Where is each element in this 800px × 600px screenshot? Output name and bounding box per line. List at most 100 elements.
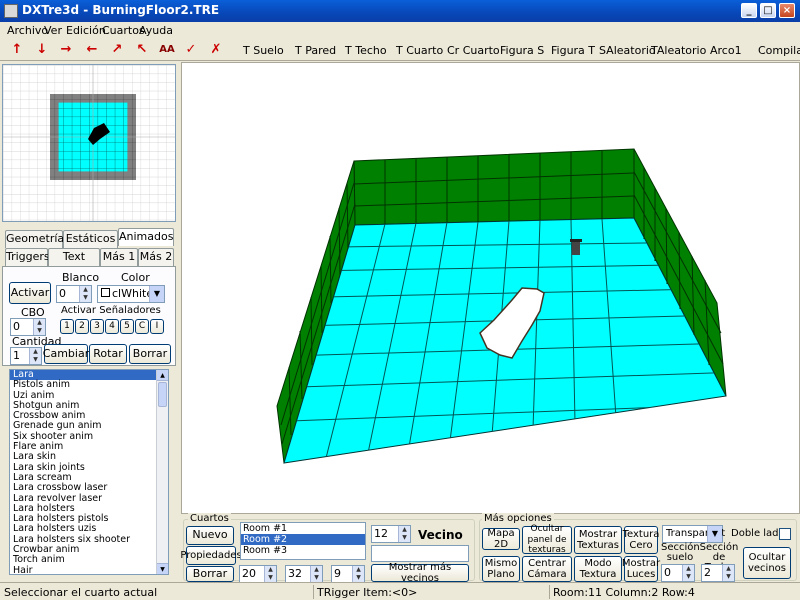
senalador-2-button[interactable]: 2 (75, 319, 89, 334)
nuevo-room-button[interactable]: Nuevo (186, 526, 234, 545)
room-y-spinner[interactable]: 32 ▲ ▼ (285, 565, 323, 583)
spin-arrows-icon[interactable]: ▲ ▼ (33, 319, 45, 335)
arrow-up-left-icon[interactable]: ↖ (133, 42, 151, 58)
t-pared-button[interactable]: T Pared (295, 44, 336, 57)
cantidad-spinner[interactable]: 1 ▲ ▼ (10, 347, 42, 365)
room-z-spinner[interactable]: 9 ▲ ▼ (331, 565, 365, 583)
cuartos-group-label: Cuartos (188, 513, 231, 524)
minimize-button[interactable]: _ (741, 3, 757, 18)
spin-arrows-icon[interactable]: ▲ ▼ (352, 566, 364, 582)
cr-cuarto-button[interactable]: Cr Cuarto (447, 44, 500, 57)
spin-arrows-icon[interactable]: ▲ ▼ (79, 286, 91, 302)
cbo-spinner[interactable]: 0 ▲ ▼ (10, 318, 46, 336)
arrow-up-right-icon[interactable]: ↗ (108, 42, 126, 58)
borrar-room-button[interactable]: Borrar (186, 566, 234, 582)
mapa-2d-button[interactable]: Mapa 2D (482, 528, 520, 550)
spin-arrows-icon[interactable]: ▲ ▼ (398, 526, 410, 542)
mas-opciones-label: Más opciones (482, 513, 554, 524)
list-item[interactable]: Hair (10, 565, 168, 574)
vecino-field[interactable] (371, 545, 469, 562)
senalador-4-button[interactable]: 4 (105, 319, 119, 334)
tab-triggers[interactable]: Triggers (5, 248, 50, 266)
mostrar-texturas-button[interactable]: Mostrar Texturas (574, 526, 622, 554)
status-divider (313, 585, 314, 599)
check-icon[interactable]: ✓ (182, 42, 200, 58)
ocultar-panel-texturas-button[interactable]: Ocultar panel de texturas (522, 524, 572, 555)
t-cuarto-button[interactable]: T Cuarto (396, 44, 443, 57)
t-techo-button[interactable]: T Techo (345, 44, 387, 57)
room-x-spinner[interactable]: 20 ▲ ▼ (239, 565, 277, 583)
seccion-techo-spinner[interactable]: 2 ▲ ▼ (701, 564, 735, 582)
arrow-left-icon[interactable]: ← (83, 42, 101, 58)
propiedades-button[interactable]: Propiedades (180, 546, 242, 565)
arco1-button[interactable]: Arco1 (710, 44, 742, 57)
menu-archivo[interactable]: Archivo (7, 24, 48, 37)
list-item[interactable]: Torch anim (10, 555, 168, 566)
cambiar-button[interactable]: Cambiar (43, 344, 89, 364)
color-combo[interactable]: clWhite ▼ (97, 285, 165, 303)
spin-arrows-icon[interactable]: ▲ ▼ (722, 565, 734, 581)
menu-ver[interactable]: Ver (44, 24, 62, 37)
t-suelo-button[interactable]: T Suelo (243, 44, 284, 57)
centrar-camara-button[interactable]: Centrar Cámara (522, 556, 572, 582)
x-icon[interactable]: ✗ (207, 42, 225, 58)
taleatorio-button[interactable]: TAleatorio (651, 44, 706, 57)
tab-estaticos[interactable]: Estáticos (63, 230, 118, 248)
vecino-spinner[interactable]: 12 ▲ ▼ (371, 525, 411, 543)
cbo-value: 0 (13, 320, 20, 333)
arrow-down-icon[interactable]: ↓ (33, 42, 51, 58)
spin-arrows-icon[interactable]: ▲ ▼ (264, 566, 276, 582)
senalador-3-button[interactable]: 3 (90, 319, 104, 334)
spin-arrows-icon[interactable]: ▲ ▼ (682, 565, 694, 581)
ocultar-vecinos-button[interactable]: Ocultar vecinos (743, 547, 791, 579)
double-a-icon[interactable]: AA (156, 42, 178, 58)
chevron-down-icon[interactable]: ▼ (707, 526, 722, 542)
spin-arrows-icon[interactable]: ▲ ▼ (310, 566, 322, 582)
arrow-right-icon[interactable]: → (57, 42, 75, 58)
tab-geometria[interactable]: Geometría (5, 230, 64, 248)
borrar-object-button[interactable]: Borrar (129, 344, 171, 364)
rotar-button[interactable]: Rotar (89, 344, 127, 364)
maximize-button[interactable]: □ (760, 3, 776, 18)
figura-t-button[interactable]: Figura T (551, 44, 595, 57)
doble-lado-checkbox[interactable] (779, 528, 791, 540)
scroll-down-icon[interactable]: ▼ (157, 563, 168, 574)
mismo-plano-button[interactable]: Mismo Plano (482, 556, 520, 582)
tab-mas-1[interactable]: Más 1 (100, 248, 138, 266)
blanco-spinner[interactable]: 0 ▲ ▼ (56, 285, 92, 303)
arrow-up-icon[interactable]: ↑ (8, 42, 26, 58)
scroll-up-icon[interactable]: ▲ (157, 370, 168, 381)
list-scrollbar[interactable]: ▲ ▼ (156, 370, 168, 574)
room-minimap[interactable] (2, 64, 176, 222)
menu-edicion[interactable]: Edición (66, 24, 106, 37)
menu-ayuda[interactable]: Ayuda (139, 24, 173, 37)
senalador-c-button[interactable]: C (135, 319, 149, 334)
figura-s-button[interactable]: Figura S (500, 44, 544, 57)
tab-text-anim[interactable]: Text Anim (48, 248, 100, 279)
spin-arrows-icon[interactable]: ▲ ▼ (29, 348, 41, 364)
senalador-i-button[interactable]: I (150, 319, 164, 334)
scroll-thumb[interactable] (158, 382, 167, 407)
mostrar-vecinos-button[interactable]: Mostrar más vecinos (371, 562, 469, 584)
room-list[interactable]: Room #1 Room #2 Room #3 (240, 522, 366, 560)
vecino-value: 12 (374, 527, 388, 540)
activar-button[interactable]: Activar (9, 282, 51, 304)
senalador-5-button[interactable]: 5 (120, 319, 134, 334)
list-item[interactable]: Room #1 (241, 523, 365, 534)
chevron-down-icon[interactable]: ▼ (149, 286, 164, 302)
senalador-1-button[interactable]: 1 (60, 319, 74, 334)
modo-textura-button[interactable]: Modo Textura (574, 556, 622, 582)
3d-viewport[interactable] (181, 62, 800, 514)
list-item[interactable]: Room #3 (241, 545, 365, 556)
object-list[interactable]: Lara Pistols anim Uzi anim Shotgun anim Cros… (9, 369, 169, 575)
tab-animados[interactable]: Animados (118, 228, 174, 246)
seccion-suelo-spinner[interactable]: 0 ▲ ▼ (661, 564, 695, 582)
list-item[interactable]: Room #2 (241, 534, 365, 545)
transparent-combo[interactable]: Transparent ▼ (662, 525, 725, 543)
saleatorio-button[interactable]: SAleatorio (599, 44, 656, 57)
textura-cero-button[interactable]: Textura Cero (623, 526, 659, 554)
tab-mas-2[interactable]: Más 2 (138, 248, 174, 266)
compilar-button[interactable]: Compilar (758, 44, 800, 57)
close-button[interactable]: × (779, 3, 795, 18)
mostrar-luces-button[interactable]: Mostrar Luces (622, 556, 660, 582)
